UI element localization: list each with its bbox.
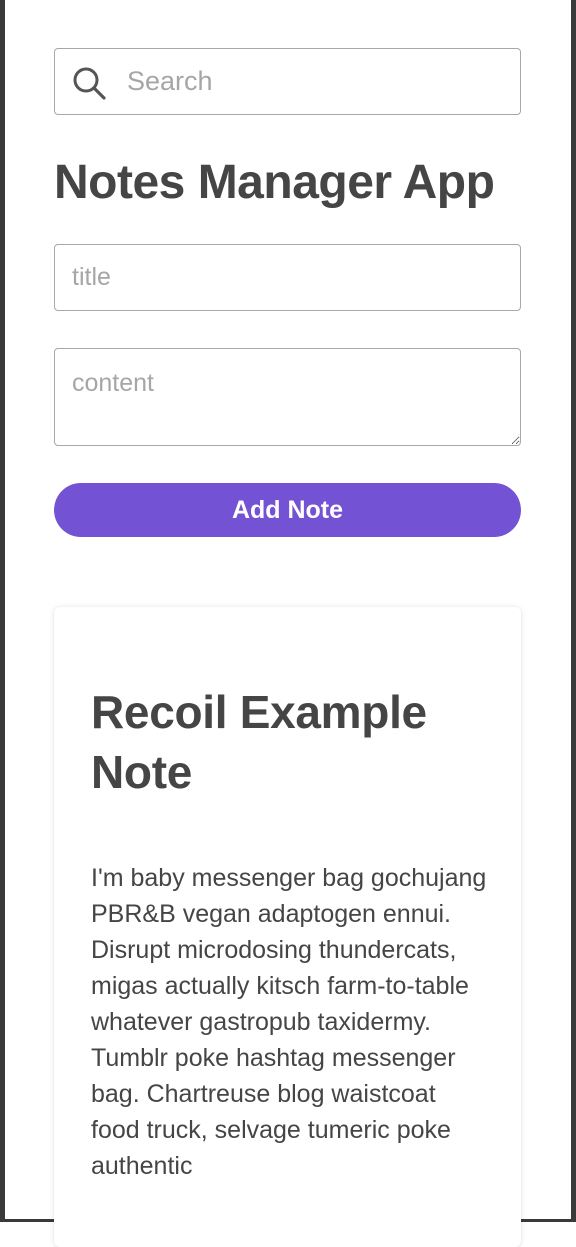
search-bar[interactable] bbox=[54, 48, 521, 115]
note-title: Recoil Example Note bbox=[91, 686, 427, 798]
page-title: Notes Manager App bbox=[54, 156, 495, 209]
search-icon bbox=[73, 67, 106, 100]
note-content-field[interactable] bbox=[54, 348, 521, 446]
notes-app: Notes Manager App Add Note Recoil Exampl… bbox=[54, 0, 521, 1247]
note-title-field[interactable] bbox=[54, 244, 521, 311]
note-card: Recoil Example Note I'm baby messenger b… bbox=[54, 607, 521, 1247]
note-content: I'm baby messenger bag gochujang PBR&B v… bbox=[91, 864, 487, 1180]
add-note-button[interactable]: Add Note bbox=[54, 483, 521, 537]
search-input[interactable] bbox=[127, 49, 507, 113]
